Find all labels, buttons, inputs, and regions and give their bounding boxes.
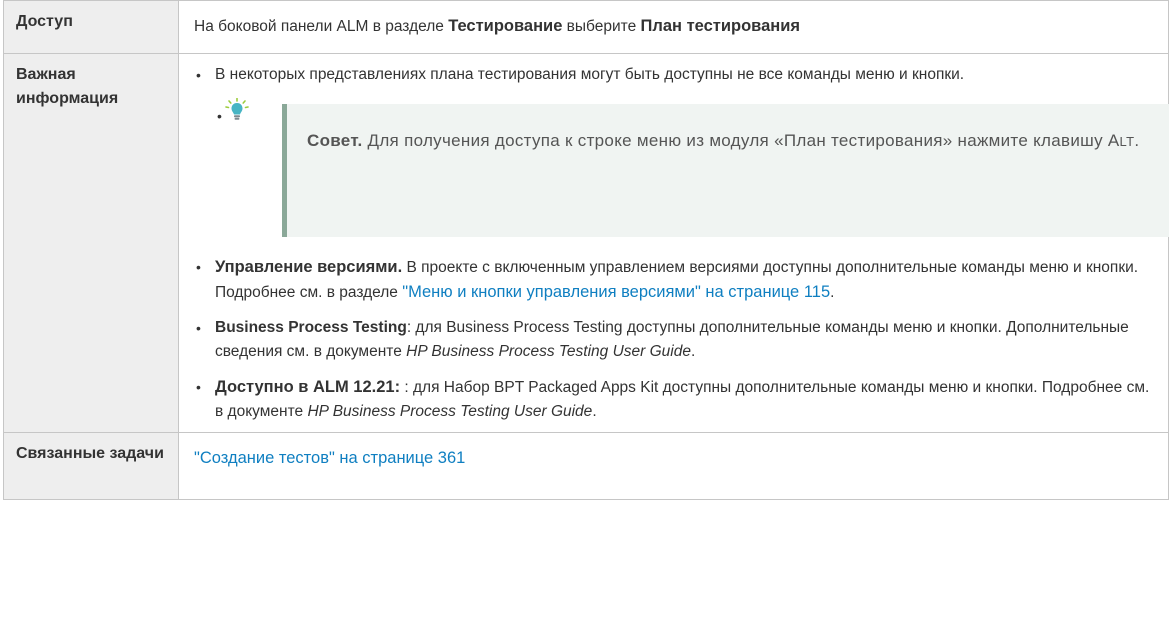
row-label-tasks: Связанные задачи [3, 432, 179, 500]
access-text-before: На боковой панели ALM в разделе [194, 18, 449, 35]
row-content-access: На боковой панели ALM в разделе Тестиров… [178, 0, 1169, 54]
item4-end: . [592, 403, 597, 420]
access-bold-test-plan: План тестирования [640, 17, 801, 35]
tip-wrapper: • Совет. Для получения доступа к строке … [215, 98, 1169, 238]
list-item: • Доступно в ALM 12.21: : для Набор BPT … [194, 375, 1168, 424]
tip-box: Совет. Для получения доступа к строке ме… [282, 104, 1169, 237]
item3-bold: Business Process Testing [215, 319, 407, 336]
tip-key-small: LT [1119, 134, 1135, 149]
tip-heading: Совет. [307, 131, 363, 150]
list-item: • В некоторых представлениях плана тести… [194, 63, 1168, 87]
list-item: • Управление версиями. В проекте с включ… [194, 255, 1168, 305]
info-table: Доступ На боковой панели ALM в разделе Т… [3, 0, 1169, 500]
row-content-tasks: "Создание тестов" на странице 361 [178, 432, 1169, 500]
bullet-icon: • [196, 259, 201, 275]
access-text-middle: выберите [562, 18, 641, 35]
row-content-important: • В некоторых представлениях плана тести… [178, 53, 1169, 433]
list-item: • Business Process Testing: для Business… [194, 316, 1168, 364]
row-label-access: Доступ [3, 0, 179, 54]
list-item-tip: • Совет. Для получения доступа к строке … [194, 98, 1169, 238]
row-important: Важная информация • В некоторых представ… [3, 53, 1169, 433]
row-access: Доступ На боковой панели ALM в разделе Т… [3, 0, 1169, 54]
item4-bold: Доступно в ALM 12.21: [215, 378, 401, 396]
bullet-icon: • [196, 67, 201, 83]
lightbulb-icon [225, 98, 249, 120]
bullet-icon: • [217, 108, 222, 124]
item1-text: В некоторых представлениях плана тестиро… [215, 66, 965, 83]
item3-italic: HP Business Process Testing User Guide [406, 343, 691, 360]
tip-end: . [1134, 131, 1140, 150]
tip-text: Для получения доступа к строке меню из м… [362, 131, 1120, 150]
item4-italic: HP Business Process Testing User Guide [307, 403, 593, 420]
create-tests-link[interactable]: "Создание тестов" на странице 361 [194, 449, 465, 467]
version-control-link[interactable]: "Меню и кнопки управления версиями" на с… [402, 283, 830, 301]
access-bold-testing: Тестирование [448, 17, 563, 35]
item2-end: . [830, 284, 835, 301]
bullet-icon: • [196, 320, 201, 336]
important-list: • В некоторых представлениях плана тести… [194, 63, 1169, 424]
item2-bold: Управление версиями. [215, 258, 403, 276]
item3-end: . [691, 343, 696, 360]
bullet-icon: • [196, 379, 201, 395]
row-tasks: Связанные задачи "Создание тестов" на ст… [3, 432, 1169, 500]
row-label-important: Важная информация [3, 53, 179, 433]
